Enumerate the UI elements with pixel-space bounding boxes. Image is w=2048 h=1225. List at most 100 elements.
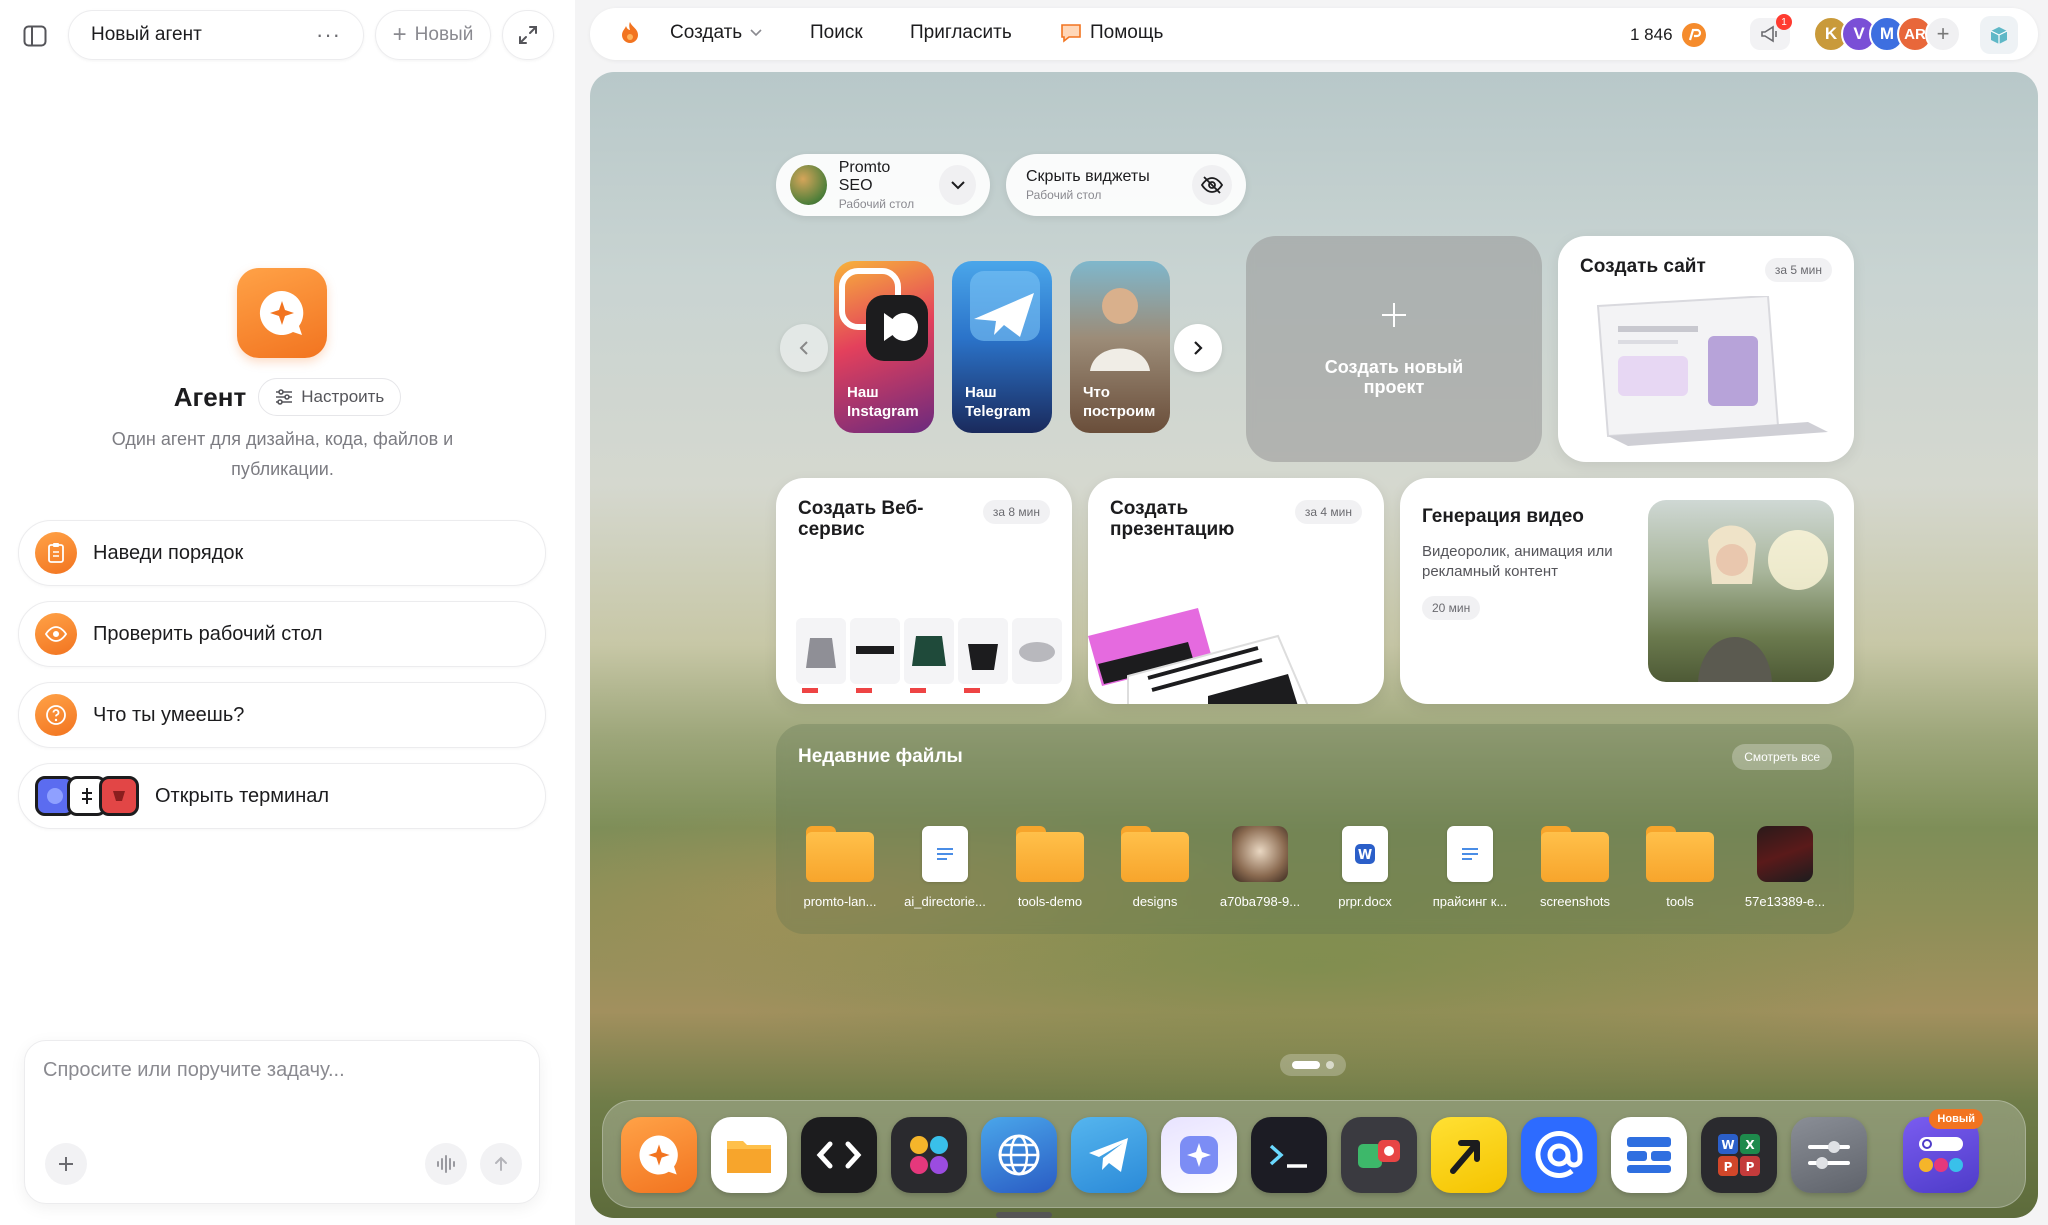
prompt-input[interactable]: Спросите или поручите задачу...: [43, 1059, 345, 1082]
person-photo-icon: [1090, 288, 1150, 371]
expand-button[interactable]: [502, 10, 554, 60]
invite-link[interactable]: Пригласить: [910, 22, 1012, 44]
file-item[interactable]: a70ba798-9...: [1210, 826, 1310, 909]
create-presentation-card[interactable]: Создать презентацию за 4 мин: [1088, 478, 1384, 704]
code-app-icon[interactable]: [801, 1117, 877, 1193]
page-indicator[interactable]: [1280, 1054, 1346, 1076]
office-app-icon[interactable]: WXPP: [1701, 1117, 1777, 1193]
word-document-icon: W: [1342, 826, 1388, 882]
prompt-composer[interactable]: Спросите или поручите задачу...: [24, 1040, 540, 1204]
create-site-card[interactable]: Создать сайт за 5 мин: [1558, 236, 1854, 462]
instagram-arrow-icon: [839, 268, 928, 361]
app-tile-what-we-build[interactable]: Что построим: [1070, 261, 1170, 433]
files-app-icon[interactable]: [711, 1117, 787, 1193]
send-button[interactable]: [480, 1143, 522, 1185]
folder-icon: [1646, 826, 1714, 882]
suggestion-check-desktop[interactable]: Проверить рабочий стол: [18, 601, 546, 667]
workspace-selector[interactable]: Promto SEO Рабочий стол: [776, 154, 990, 216]
telegram-app-icon[interactable]: [1071, 1117, 1147, 1193]
create-menu-label: Создать: [670, 22, 743, 43]
file-name: designs: [1132, 894, 1178, 909]
file-item[interactable]: promto-lan...: [790, 826, 890, 909]
design-app-icon[interactable]: [891, 1117, 967, 1193]
mail-app-icon[interactable]: [1521, 1117, 1597, 1193]
ai-builder-app-icon[interactable]: [1161, 1117, 1237, 1193]
svg-text:W: W: [1358, 848, 1372, 863]
video-generation-card[interactable]: Генерация видео Видеоролик, анимация или…: [1400, 478, 1854, 704]
cube-icon: [1990, 27, 2008, 44]
notification-count: 1: [1776, 14, 1792, 30]
app-tile-label: Наш Telegram: [965, 384, 1031, 420]
team-avatars[interactable]: K V M AR +: [1813, 16, 1961, 52]
file-item[interactable]: прайсинг к...: [1420, 826, 1520, 909]
eye-off-button[interactable]: [1192, 165, 1232, 205]
sidebar-toggle-button[interactable]: [12, 14, 58, 58]
suggestion-organize[interactable]: Наведи порядок: [18, 520, 546, 586]
file-item[interactable]: Wprpr.docx: [1315, 826, 1415, 909]
person-in-field-icon: [1698, 525, 1828, 682]
yandex-app-icon[interactable]: [1431, 1117, 1507, 1193]
settings-app-icon[interactable]: [1791, 1117, 1867, 1193]
more-options-icon[interactable]: ···: [316, 22, 341, 48]
flame-logo-icon: [622, 22, 638, 43]
search-link[interactable]: Поиск: [810, 22, 863, 44]
file-item[interactable]: designs: [1105, 826, 1205, 909]
media-app-icon[interactable]: [1341, 1117, 1417, 1193]
svg-text:P: P: [1746, 1160, 1755, 1174]
create-webservice-card[interactable]: Создать Веб-сервис за 8 мин: [776, 478, 1072, 704]
page-dot[interactable]: [1326, 1061, 1334, 1069]
terminal-app-icon[interactable]: [1251, 1117, 1327, 1193]
suggestion-what-can-you-do[interactable]: Что ты умеешь?: [18, 682, 546, 748]
app-tile-label: Наш Instagram: [847, 384, 919, 420]
help-link[interactable]: Помощь: [1060, 22, 1163, 44]
suggestion-label: Проверить рабочий стол: [93, 622, 323, 645]
hide-widgets-sub: Рабочий стол: [1026, 188, 1102, 202]
configure-button[interactable]: Настроить: [258, 378, 402, 416]
workspace-dropdown-button[interactable]: [939, 165, 976, 205]
agent-app-icon[interactable]: [621, 1117, 697, 1193]
expand-icon: [519, 26, 537, 44]
recent-files-title: Недавние файлы: [798, 746, 963, 767]
agent-description: Один агент для дизайна, кода, файлов и п…: [111, 429, 454, 479]
sidebar-icon: [23, 25, 47, 47]
app-tile-telegram[interactable]: Наш Telegram: [952, 261, 1052, 433]
file-name: tools: [1666, 894, 1694, 909]
notifications-button[interactable]: 1: [1750, 14, 1792, 50]
file-name: tools-demo: [1017, 894, 1083, 909]
see-all-button[interactable]: Смотреть все: [1732, 744, 1832, 770]
file-item[interactable]: 57e13389-e...: [1735, 826, 1835, 909]
voice-input-button[interactable]: [425, 1143, 467, 1185]
app-tile-instagram[interactable]: Наш Instagram: [834, 261, 934, 433]
card-duration: 20 мин: [1422, 596, 1481, 620]
folder-icon: [1541, 826, 1609, 882]
file-item[interactable]: tools-demo: [1000, 826, 1100, 909]
help-badge-icon: [1061, 24, 1081, 43]
attach-button[interactable]: [45, 1143, 87, 1185]
carousel-next-button[interactable]: [1174, 324, 1222, 372]
telegram-plane-icon: [970, 271, 1040, 341]
app-logo[interactable]: [618, 20, 642, 51]
page-dot-active[interactable]: [1292, 1061, 1320, 1069]
hide-widgets-toggle[interactable]: Скрыть виджеты Рабочий стол: [1006, 154, 1246, 216]
docs-app-icon[interactable]: [1611, 1117, 1687, 1193]
credits-balance[interactable]: 1 846: [1630, 22, 1707, 48]
chevron-down-icon: [750, 29, 762, 37]
create-menu[interactable]: Создать: [670, 22, 762, 44]
create-project-card[interactable]: Создать новый проект: [1246, 236, 1542, 462]
workspace-button[interactable]: [1980, 16, 2018, 54]
agent-panel: Новый агент ··· + Новый Агент Настроить …: [0, 0, 575, 1225]
file-name: 57e13389-e...: [1744, 894, 1826, 909]
file-item[interactable]: ai_directorie...: [895, 826, 995, 909]
suggestion-open-terminal[interactable]: Открыть терминал: [18, 763, 546, 829]
new-chat-button[interactable]: + Новый: [375, 10, 491, 60]
browser-app-icon[interactable]: [981, 1117, 1057, 1193]
file-item[interactable]: tools: [1630, 826, 1730, 909]
launcher-app-icon[interactable]: Новый: [1903, 1109, 1983, 1193]
chat-title-field[interactable]: Новый агент ···: [68, 10, 364, 60]
svg-text:P: P: [1724, 1160, 1733, 1174]
add-member-button[interactable]: +: [1925, 16, 1961, 52]
laptop-preview-icon: [1596, 296, 1828, 446]
file-item[interactable]: screenshots: [1525, 826, 1625, 909]
carousel-prev-button[interactable]: [780, 324, 828, 372]
card-title: Создать презентацию: [1110, 498, 1235, 540]
